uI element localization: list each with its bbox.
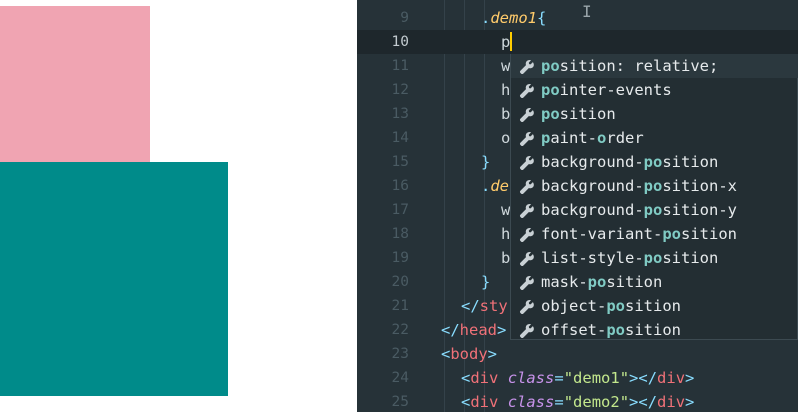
wrench-icon	[519, 202, 537, 219]
suggestion-item[interactable]: list-style-position	[511, 246, 798, 270]
line-number: 11	[391, 58, 409, 74]
code-text: .de	[481, 177, 510, 195]
code-text: <div class="demo2"></div>	[461, 393, 695, 411]
code-text: b	[501, 105, 511, 123]
code-text: .demo1{	[481, 9, 547, 27]
wrench-icon	[519, 274, 537, 291]
suggestion-label: offset-position	[541, 321, 681, 339]
line-number: 20	[391, 274, 409, 290]
code-text: o	[501, 129, 511, 147]
suggestion-item[interactable]: object-position	[511, 294, 798, 318]
code-text: b	[501, 249, 511, 267]
code-line[interactable]: 9 .demo1{	[357, 6, 798, 30]
line-number: 15	[391, 154, 409, 170]
code-text: h	[501, 81, 511, 99]
wrench-icon	[519, 106, 537, 123]
wrench-icon	[519, 322, 537, 339]
browser-preview	[0, 0, 357, 412]
suggestion-item[interactable]: background-position-y	[511, 198, 798, 222]
suggestion-label: background-position-y	[541, 201, 737, 219]
suggestion-item[interactable]: pointer-events	[511, 78, 798, 102]
line-number: 13	[391, 106, 409, 122]
code-text: p	[501, 32, 513, 51]
line-number: 19	[391, 250, 409, 266]
wrench-icon	[519, 130, 537, 147]
suggestion-label: object-position	[541, 297, 681, 315]
suggestion-item[interactable]: offset-position	[511, 318, 798, 342]
suggestion-item[interactable]: font-variant-position	[511, 222, 798, 246]
wrench-icon	[519, 82, 537, 99]
suggestion-label: position	[541, 105, 616, 123]
line-number: 18	[391, 226, 409, 242]
wrench-icon	[519, 226, 537, 243]
demo1-box	[0, 6, 150, 162]
line-number: 14	[391, 130, 409, 146]
ibeam-cursor-icon: I	[582, 2, 592, 21]
code-text: h	[501, 225, 511, 243]
autocomplete-suggestions[interactable]: position: relative; pointer-events positio…	[510, 54, 798, 340]
suggestion-item[interactable]: paint-order	[511, 126, 798, 150]
code-text: }	[481, 273, 491, 291]
line-number: 12	[391, 82, 409, 98]
wrench-icon	[519, 154, 537, 171]
line-number: 22	[391, 322, 409, 338]
wrench-icon	[519, 58, 537, 75]
suggestion-item[interactable]: position	[511, 102, 798, 126]
suggestion-label: paint-order	[541, 129, 644, 147]
code-text: </sty	[461, 297, 508, 315]
code-line[interactable]: 24 <div class="demo1"></div>	[357, 366, 798, 390]
code-text: <body>	[441, 345, 498, 363]
wrench-icon	[519, 298, 537, 315]
suggestion-label: font-variant-position	[541, 225, 737, 243]
suggestion-label: background-position-x	[541, 177, 737, 195]
code-text: w	[501, 201, 511, 219]
line-number: 24	[391, 370, 409, 386]
suggestion-item[interactable]: position: relative;	[511, 54, 798, 78]
text-cursor	[510, 32, 513, 51]
line-number: 23	[391, 346, 409, 362]
code-line[interactable]: 25 <div class="demo2"></div>	[357, 390, 798, 412]
suggestion-label: background-position	[541, 153, 719, 171]
line-number: 17	[391, 202, 409, 218]
demo2-box	[0, 162, 228, 396]
wrench-icon	[519, 250, 537, 267]
suggestion-label: list-style-position	[541, 249, 719, 267]
code-line-active[interactable]: 10 p	[357, 30, 798, 54]
code-line[interactable]: 23 <body>	[357, 342, 798, 366]
suggestion-label: position: relative;	[541, 57, 719, 75]
suggestion-item[interactable]: mask-position	[511, 270, 798, 294]
wrench-icon	[519, 178, 537, 195]
suggestion-label: mask-position	[541, 273, 663, 291]
suggestion-label: pointer-events	[541, 81, 672, 99]
suggestion-item[interactable]: background-position	[511, 150, 798, 174]
code-text: }	[481, 153, 491, 171]
line-number: 9	[400, 10, 409, 26]
line-number: 16	[391, 178, 409, 194]
code-text: </head>	[441, 321, 507, 339]
code-text: <div class="demo1"></div>	[461, 369, 695, 387]
line-number: 21	[391, 298, 409, 314]
code-text: w	[501, 57, 511, 75]
line-number: 10	[391, 34, 409, 50]
suggestion-item[interactable]: background-position-x	[511, 174, 798, 198]
line-number: 25	[391, 394, 409, 410]
